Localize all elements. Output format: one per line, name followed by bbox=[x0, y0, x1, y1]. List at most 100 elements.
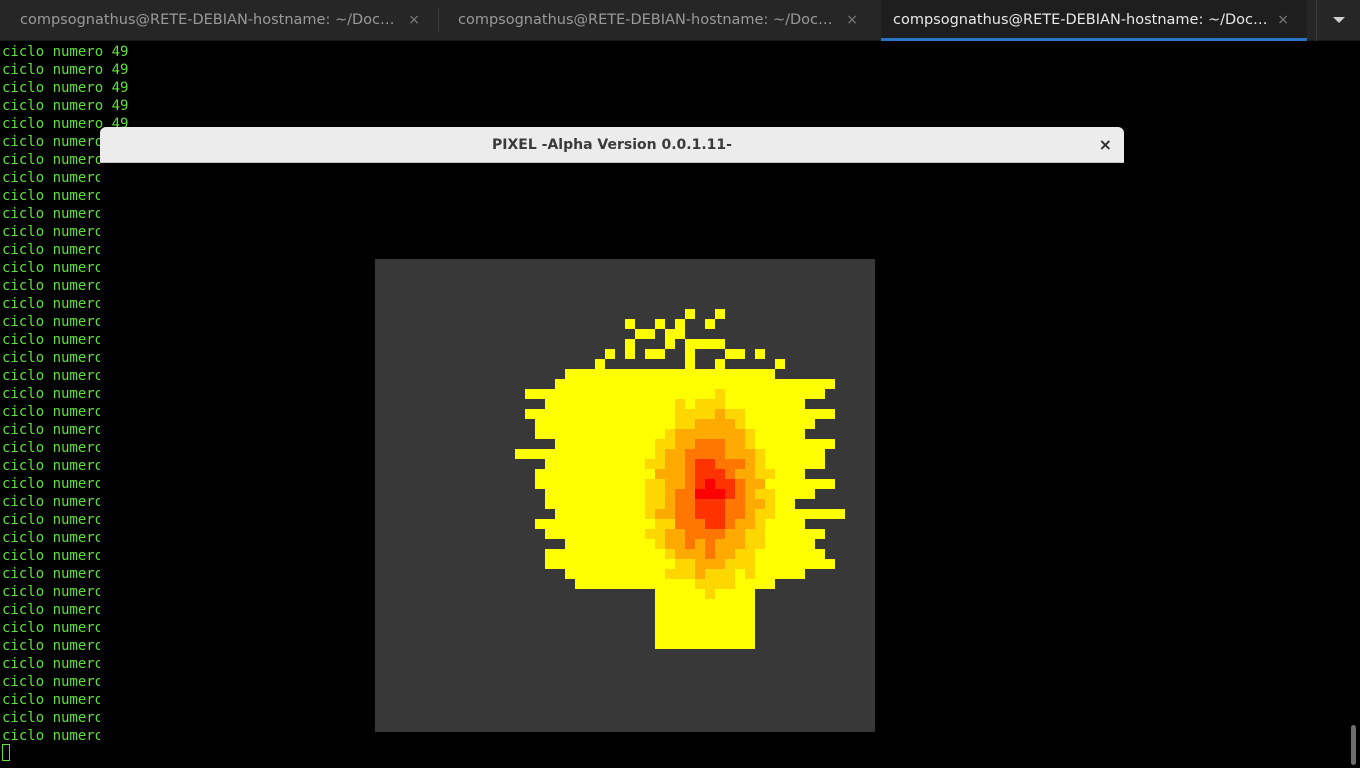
pixel-cell bbox=[615, 529, 625, 539]
pixel-cell bbox=[605, 489, 615, 499]
pixel-cell bbox=[775, 439, 785, 449]
pixel-cell bbox=[605, 499, 615, 509]
pixel-cell bbox=[515, 449, 525, 459]
pixel-cell bbox=[595, 489, 605, 499]
pixel-cell bbox=[675, 629, 685, 639]
pixel-cell bbox=[655, 409, 665, 419]
pixel-cell bbox=[705, 619, 715, 629]
pixel-cell bbox=[555, 429, 565, 439]
pixel-cell bbox=[745, 489, 755, 499]
close-icon[interactable]: × bbox=[846, 0, 858, 40]
pixel-cell bbox=[725, 629, 735, 639]
tab-2[interactable]: compsognathus@RETE-DEBIAN-hostname: ~/Do… bbox=[438, 0, 876, 41]
pixel-cell bbox=[695, 499, 705, 509]
pixel-cell bbox=[545, 459, 555, 469]
pixel-cell bbox=[795, 529, 805, 539]
pixel-cell bbox=[675, 579, 685, 589]
pixel-cell bbox=[605, 369, 615, 379]
pixel-cell bbox=[635, 369, 645, 379]
pixel-cell bbox=[645, 329, 655, 339]
pixel-cell bbox=[645, 439, 655, 449]
pixel-cell bbox=[815, 409, 825, 419]
tab-bar: compsognathus@RETE-DEBIAN-hostname: ~/Do… bbox=[0, 0, 1360, 41]
close-icon[interactable]: × bbox=[408, 0, 420, 40]
pixel-cell bbox=[805, 409, 815, 419]
pixel-cell bbox=[595, 549, 605, 559]
pixel-cell bbox=[735, 619, 745, 629]
pixel-cell bbox=[805, 489, 815, 499]
pixel-cell bbox=[615, 419, 625, 429]
pixel-cell bbox=[575, 459, 585, 469]
pixel-cell bbox=[705, 489, 715, 499]
pixel-cell bbox=[575, 399, 585, 409]
pixel-cell bbox=[755, 409, 765, 419]
pixel-cell bbox=[585, 519, 595, 529]
pixel-cell bbox=[555, 489, 565, 499]
pixel-cell bbox=[605, 469, 615, 479]
pixel-cell bbox=[645, 489, 655, 499]
pixel-cell bbox=[705, 399, 715, 409]
pixel-cell bbox=[685, 519, 695, 529]
pixel-cell bbox=[615, 519, 625, 529]
pixel-cell bbox=[765, 439, 775, 449]
pixel-cell bbox=[545, 489, 555, 499]
pixel-cell bbox=[755, 559, 765, 569]
tab-3-active[interactable]: compsognathus@RETE-DEBIAN-hostname: ~/Do… bbox=[881, 0, 1307, 41]
pixel-cell bbox=[705, 579, 715, 589]
close-icon[interactable]: × bbox=[1277, 0, 1289, 40]
pixel-cell bbox=[705, 429, 715, 439]
tab-menu-button[interactable] bbox=[1316, 0, 1360, 41]
window-titlebar[interactable]: PIXEL -Alpha Version 0.0.1.11- × bbox=[100, 127, 1124, 163]
pixel-cell bbox=[555, 529, 565, 539]
pixel-cell bbox=[625, 369, 635, 379]
pixel-cell bbox=[795, 539, 805, 549]
pixel-cell bbox=[655, 389, 665, 399]
pixel-cell bbox=[625, 559, 635, 569]
pixel-cell bbox=[635, 569, 645, 579]
pixel-cell bbox=[655, 499, 665, 509]
pixel-cell bbox=[715, 589, 725, 599]
pixel-cell bbox=[585, 419, 595, 429]
pixel-cell bbox=[675, 449, 685, 459]
pixel-cell bbox=[685, 399, 695, 409]
pixel-cell bbox=[755, 429, 765, 439]
pixel-cell bbox=[795, 379, 805, 389]
pixel-cell bbox=[585, 479, 595, 489]
pixel-cell bbox=[775, 359, 785, 369]
pixel-cell bbox=[705, 569, 715, 579]
scrollbar-thumb[interactable] bbox=[1351, 725, 1356, 765]
pixel-cell bbox=[825, 379, 835, 389]
pixel-cell bbox=[815, 379, 825, 389]
pixel-cell bbox=[575, 389, 585, 399]
pixel-cell bbox=[625, 549, 635, 559]
pixel-cell bbox=[715, 579, 725, 589]
pixel-canvas[interactable] bbox=[375, 259, 875, 732]
pixel-cell bbox=[595, 499, 605, 509]
pixel-cell bbox=[685, 349, 695, 359]
pixel-cell bbox=[585, 389, 595, 399]
pixel-cell bbox=[775, 519, 785, 529]
pixel-cell bbox=[645, 519, 655, 529]
pixel-cell bbox=[625, 339, 635, 349]
pixel-cell bbox=[645, 469, 655, 479]
pixel-cell bbox=[795, 449, 805, 459]
close-icon[interactable]: × bbox=[1099, 127, 1112, 163]
pixel-cell bbox=[735, 579, 745, 589]
pixel-cell bbox=[785, 419, 795, 429]
pixel-cell bbox=[715, 469, 725, 479]
pixel-cell bbox=[625, 399, 635, 409]
pixel-cell bbox=[685, 449, 695, 459]
pixel-cell bbox=[575, 519, 585, 529]
pixel-cell bbox=[555, 399, 565, 409]
pixel-cell bbox=[675, 529, 685, 539]
pixel-cell bbox=[555, 549, 565, 559]
pixel-cell bbox=[715, 639, 725, 649]
pixel-cell bbox=[535, 519, 545, 529]
pixel-cell bbox=[745, 579, 755, 589]
terminal-scrollbar[interactable] bbox=[1348, 41, 1360, 768]
tab-1[interactable]: compsognathus@RETE-DEBIAN-hostname: ~/Do… bbox=[0, 0, 438, 41]
pixel-cell bbox=[635, 379, 645, 389]
pixel-cell bbox=[745, 639, 755, 649]
pixel-cell bbox=[645, 539, 655, 549]
pixel-cell bbox=[665, 329, 675, 339]
